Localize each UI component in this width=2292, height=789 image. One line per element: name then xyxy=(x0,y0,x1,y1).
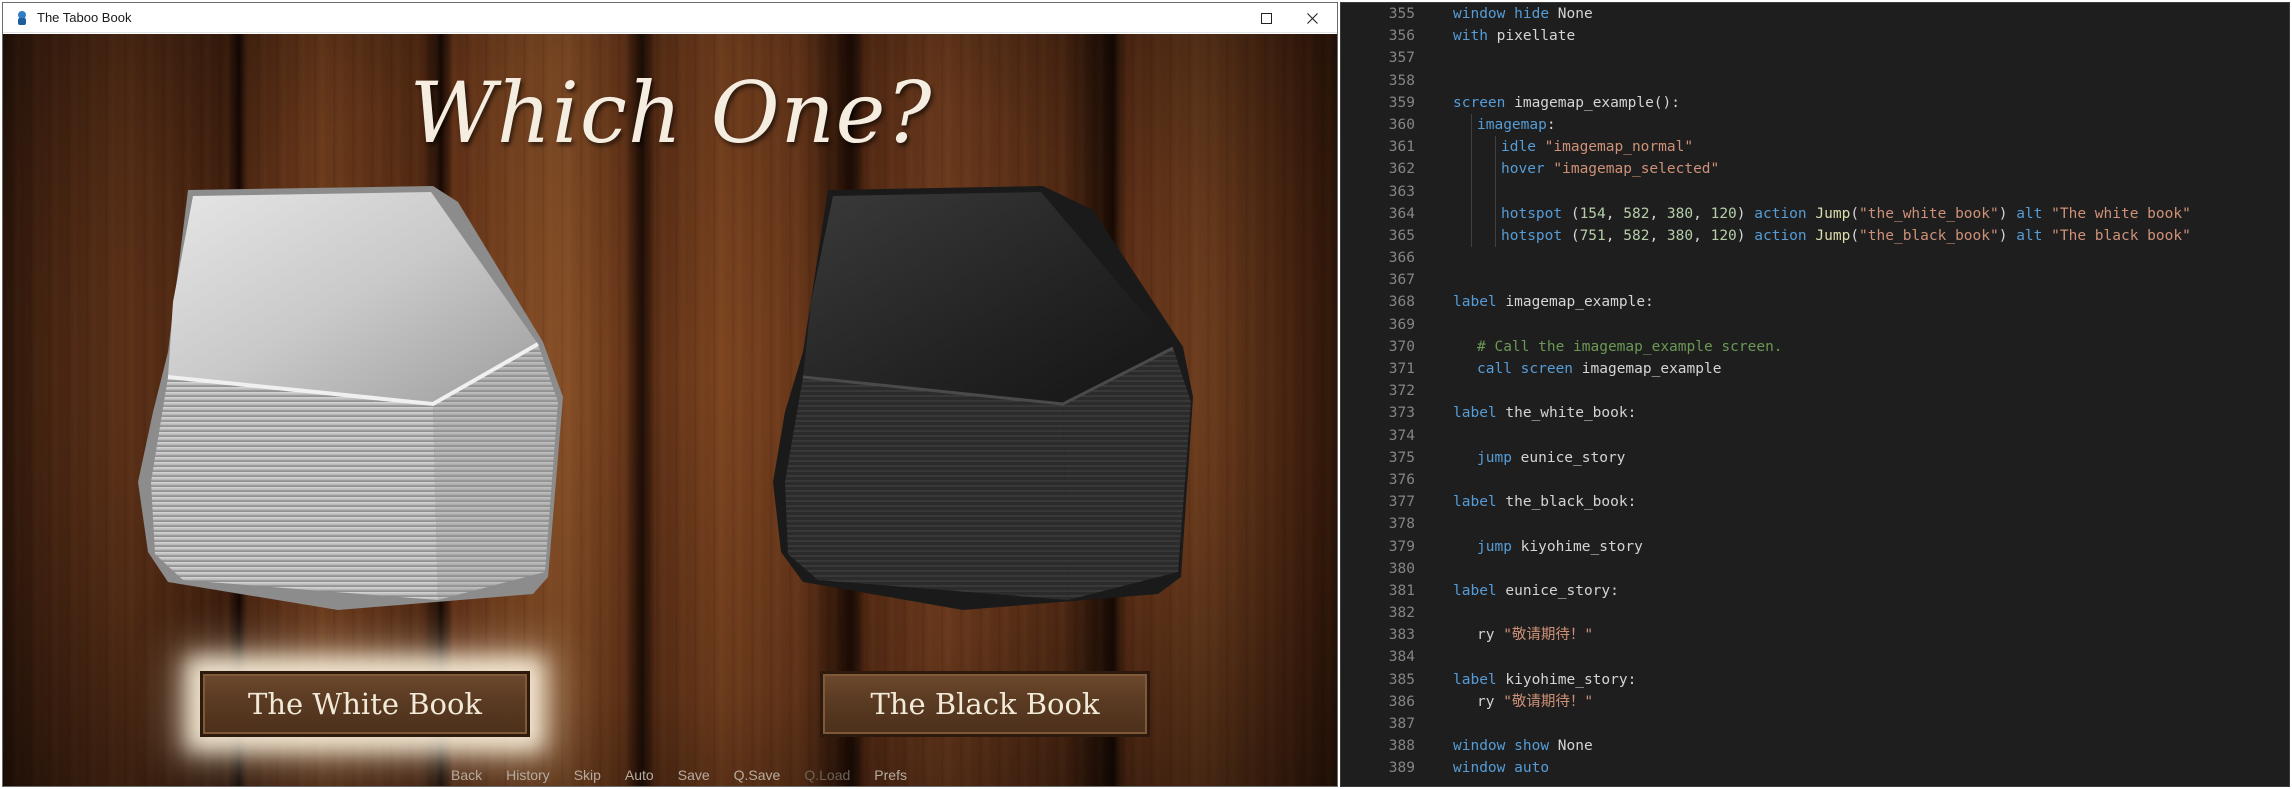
line-number: 370 xyxy=(1388,338,1415,355)
line-number: 363 xyxy=(1388,183,1415,200)
code-line[interactable] xyxy=(1453,602,2289,624)
code-line[interactable] xyxy=(1453,380,2289,402)
quick-menu-skip[interactable]: Skip xyxy=(574,767,601,783)
line-number: 388 xyxy=(1388,738,1415,755)
line-number: 381 xyxy=(1388,582,1415,599)
line-number: 371 xyxy=(1388,361,1415,377)
line-number: 357 xyxy=(1388,50,1415,67)
line-number: 379 xyxy=(1388,538,1415,555)
line-number: 389 xyxy=(1388,760,1415,777)
window-title: The Taboo Book xyxy=(37,10,132,25)
game-screen: Which One? The White Book The Black Book… xyxy=(3,34,1337,786)
line-number: 365 xyxy=(1388,227,1415,244)
code-line[interactable] xyxy=(1453,558,2289,580)
code-line[interactable] xyxy=(1453,314,2289,336)
code-line[interactable] xyxy=(1453,181,2289,203)
code-line[interactable]: window hide None xyxy=(1453,3,2289,25)
code-line[interactable] xyxy=(1453,713,2289,735)
line-number: 368 xyxy=(1388,294,1415,311)
code-editor[interactable]: 355 356 357 358 359 360 361 362 363 364 365 366 367 3… xyxy=(1340,2,2290,787)
quick-menu-back[interactable]: Back xyxy=(451,767,482,783)
maximize-icon xyxy=(1260,12,1272,24)
code-area[interactable]: window hide None with pixellate screen ima… xyxy=(1453,3,2289,780)
code-line[interactable]: hotspot (751, 582, 380, 120) action Jump… xyxy=(1453,225,2289,247)
line-number: 376 xyxy=(1388,471,1415,488)
line-number: 358 xyxy=(1388,72,1415,89)
quick-menu-history[interactable]: History xyxy=(506,767,550,783)
code-line[interactable]: ry "敬请期待！" xyxy=(1453,691,2289,713)
code-line[interactable]: label the_black_book: xyxy=(1453,491,2289,513)
code-line[interactable] xyxy=(1453,646,2289,668)
indent-guide xyxy=(1471,114,1472,248)
line-number: 367 xyxy=(1388,272,1415,289)
indent-guide xyxy=(1495,136,1496,248)
line-number: 378 xyxy=(1388,516,1415,533)
black-book-button[interactable]: The Black Book xyxy=(820,671,1150,737)
line-number: 369 xyxy=(1388,316,1415,333)
code-line[interactable]: with pixellate xyxy=(1453,25,2289,47)
line-number: 382 xyxy=(1388,605,1415,622)
code-line[interactable] xyxy=(1453,425,2289,447)
code-line[interactable] xyxy=(1453,269,2289,291)
line-number: 360 xyxy=(1388,116,1415,133)
code-line[interactable] xyxy=(1453,70,2289,92)
code-line[interactable]: call screen imagemap_example xyxy=(1453,358,2289,380)
code-line[interactable]: hover "imagemap_selected" xyxy=(1453,158,2289,180)
line-number: 384 xyxy=(1388,649,1415,666)
code-line[interactable]: ry "敬请期待！" xyxy=(1453,624,2289,646)
renpy-app-icon xyxy=(18,10,26,25)
line-number: 385 xyxy=(1388,671,1415,688)
code-line[interactable]: imagemap: xyxy=(1453,114,2289,136)
line-number: 359 xyxy=(1388,94,1415,111)
line-number: 380 xyxy=(1388,560,1415,577)
code-line[interactable] xyxy=(1453,513,2289,535)
code-line[interactable] xyxy=(1453,469,2289,491)
line-number: 362 xyxy=(1388,161,1415,178)
line-number: 375 xyxy=(1388,449,1415,466)
quick-menu-qload[interactable]: Q.Load xyxy=(804,767,850,783)
code-line[interactable]: label eunice_story: xyxy=(1453,580,2289,602)
game-window: The Taboo Book Which One? The White Book… xyxy=(2,2,1338,787)
close-button[interactable] xyxy=(1289,3,1335,33)
line-number: 383 xyxy=(1388,627,1415,644)
line-number: 364 xyxy=(1388,205,1415,222)
choice-heading: Which One? xyxy=(409,64,933,162)
code-line[interactable]: # Call the imagemap_example screen. xyxy=(1453,336,2289,358)
maximize-button[interactable] xyxy=(1243,3,1289,33)
line-number: 386 xyxy=(1388,693,1415,710)
code-line[interactable]: jump kiyohime_story xyxy=(1453,536,2289,558)
line-number: 374 xyxy=(1388,427,1415,444)
quick-menu-qsave[interactable]: Q.Save xyxy=(734,767,781,783)
line-number: 366 xyxy=(1388,250,1415,267)
quick-menu: Back History Skip Auto Save Q.Save Q.Loa… xyxy=(451,767,907,783)
line-number: 387 xyxy=(1388,716,1415,732)
line-number: 373 xyxy=(1388,405,1415,422)
black-book-image[interactable] xyxy=(763,182,1213,652)
code-line[interactable]: label imagemap_example: xyxy=(1453,291,2289,313)
title-bar[interactable]: The Taboo Book xyxy=(3,3,1337,33)
code-line[interactable]: jump eunice_story xyxy=(1453,447,2289,469)
white-book-image[interactable] xyxy=(133,182,583,652)
line-number: 377 xyxy=(1388,494,1415,511)
code-line[interactable]: idle "imagemap_normal" xyxy=(1453,136,2289,158)
code-line[interactable]: hotspot (154, 582, 380, 120) action Jump… xyxy=(1453,203,2289,225)
quick-menu-save[interactable]: Save xyxy=(678,767,710,783)
code-line[interactable]: window auto xyxy=(1453,757,2289,779)
white-book-button[interactable]: The White Book xyxy=(200,671,530,737)
close-icon xyxy=(1306,12,1318,24)
quick-menu-auto[interactable]: Auto xyxy=(625,767,654,783)
line-number: 356 xyxy=(1388,28,1415,45)
code-line[interactable] xyxy=(1453,247,2289,269)
line-number: 361 xyxy=(1388,139,1415,156)
code-line[interactable]: window show None xyxy=(1453,735,2289,757)
quick-menu-prefs[interactable]: Prefs xyxy=(874,767,907,783)
code-line[interactable]: label kiyohime_story: xyxy=(1453,669,2289,691)
line-number: 355 xyxy=(1388,6,1415,22)
code-line[interactable]: label the_white_book: xyxy=(1453,402,2289,424)
code-line[interactable] xyxy=(1453,47,2289,69)
line-number-gutter: 355 356 357 358 359 360 361 362 363 364 365 366 367 3… xyxy=(1341,3,1433,780)
line-number: 372 xyxy=(1388,383,1415,400)
code-line[interactable]: screen imagemap_example(): xyxy=(1453,92,2289,114)
